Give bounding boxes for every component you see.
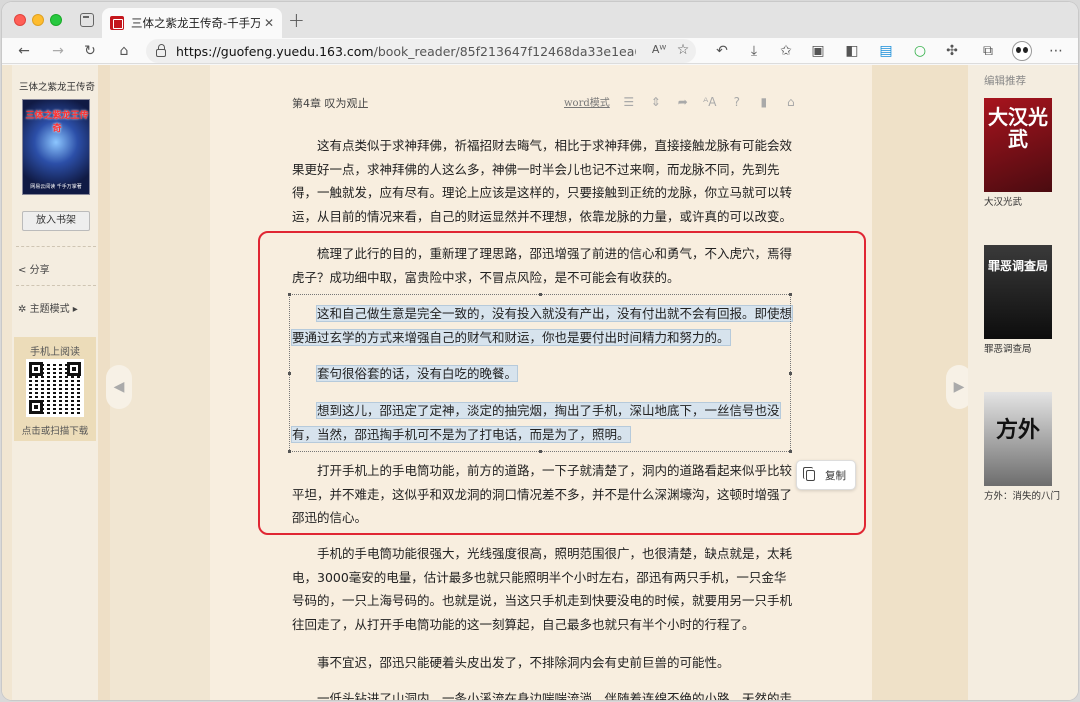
download-icon[interactable]: ⤓ [744, 41, 764, 61]
scroll-mode-icon[interactable]: ⇕ [649, 95, 663, 109]
paragraph: 事不宜迟，邵迅只能硬着头皮出发了，不排除洞内会有史前巨兽的可能性。 [317, 655, 730, 670]
tab-close-icon[interactable]: ✕ [264, 16, 274, 30]
add-to-shelf-button[interactable]: 放入书架 [22, 211, 90, 231]
paragraph: 手机的手电筒功能很强大，光线强度很高，照明范围很广，也很清楚，缺点就是，太耗电，… [292, 546, 793, 632]
recommend-book-name[interactable]: 罪恶调查局 [984, 343, 1066, 356]
book-cover-recommend[interactable]: 罪恶调查局 [984, 245, 1052, 339]
share-arrow-icon[interactable]: ➦ [676, 95, 690, 109]
tab-actions-icon[interactable] [80, 13, 94, 27]
prev-page-button[interactable]: ◀ [106, 365, 132, 409]
book-cover-recommend[interactable]: 方外 [984, 392, 1052, 486]
qr-corner [29, 400, 43, 414]
maximize-window-button[interactable] [50, 14, 62, 26]
address-bar[interactable]: https://guofeng.yuedu.163.com/book_reade… [146, 39, 696, 63]
favorites-icon[interactable]: ✩ [776, 41, 796, 61]
divider [16, 246, 96, 247]
profile-avatar-icon[interactable] [1012, 41, 1032, 61]
book-cover[interactable]: 三体之紫龙王传奇 网易云阅读 千手万掌著 [22, 99, 90, 195]
theme-mode-button[interactable]: ✲ 主题模式 ▸ [18, 300, 78, 315]
url-domain: https://guofeng.yuedu.163.com [176, 43, 374, 59]
collections-icon[interactable]: ▣ [808, 41, 828, 61]
url-path: /book_reader/85f213647f12468da33e1ea6ce1… [373, 43, 636, 59]
bookmark-icon[interactable]: ▮ [757, 95, 771, 109]
recommend-book-name[interactable]: 大汉光武 [984, 196, 1066, 209]
home-icon[interactable]: ⌂ [784, 95, 798, 109]
paragraph: 一低头钻进了山洞内，一条小溪流在身边喘喘流淌，伴随着连绵不绝的小路，天然的走洞 [317, 691, 793, 700]
help-icon[interactable]: ? [730, 95, 744, 109]
new-tab-button[interactable]: + [288, 8, 305, 32]
mobile-download-box[interactable]: 手机上阅读 点击或扫描下载 [14, 337, 96, 441]
divider [16, 285, 96, 286]
annotation-frame [258, 231, 866, 535]
cover-footer: 网易云阅读 千手万掌著 [30, 184, 82, 190]
recommend-title: 编辑推荐 [984, 75, 1026, 87]
extensions-puzzle-icon[interactable]: ✣ [942, 41, 962, 61]
cover-text: 罪恶调查局 [987, 259, 1048, 273]
browser-window: 三体之紫龙王传奇-千手万掌- ✕ + ← → ↻ ⌂ https://guofe… [2, 2, 1078, 700]
mobile-caption: 点击或扫描下载 [21, 426, 89, 437]
reader-toolbar: word模式 ☰ ⇕ ➦ ᴬA ? ▮ ⌂ [564, 94, 811, 110]
left-sidebar: 三体之紫龙王传奇 三体之紫龙王传奇 网易云阅读 千手万掌著 放入书架 < 分享 … [12, 65, 98, 700]
qr-code[interactable] [26, 359, 84, 417]
lock-icon[interactable] [156, 44, 166, 57]
site-favicon-icon [110, 16, 124, 30]
url-text[interactable]: https://guofeng.yuedu.163.com/book_reade… [176, 44, 636, 59]
home-icon[interactable]: ⌂ [114, 41, 134, 61]
gear-icon: ✲ [18, 304, 27, 315]
share-label: 分享 [29, 265, 50, 276]
refresh-icon[interactable]: ↻ [80, 41, 100, 61]
catalog-icon[interactable]: ☰ [622, 95, 636, 109]
back-arrow-icon[interactable]: ← [14, 41, 34, 61]
cover-text: 方外 [995, 418, 1040, 443]
qr-corner [67, 362, 81, 376]
forward-arrow-icon[interactable]: → [48, 41, 68, 61]
tab-title: 三体之紫龙王传奇-千手万掌- [131, 16, 260, 30]
favorite-add-icon[interactable]: ☆ [673, 40, 693, 60]
more-menu-icon[interactable]: ⋯ [1046, 41, 1066, 61]
share-icon: < [18, 265, 27, 276]
read-aloud-icon[interactable]: Aᵂ [649, 40, 669, 60]
qr-pattern [29, 362, 81, 414]
tab-active[interactable]: 三体之紫龙王传奇-千手万掌- ✕ [102, 8, 282, 38]
recommend-book-name[interactable]: 方外：消失的八门 [984, 490, 1066, 503]
book-title[interactable]: 三体之紫龙王传奇 [18, 79, 96, 93]
qr-corner [29, 362, 43, 376]
word-mode-link[interactable]: word模式 [564, 94, 610, 109]
book-cover-recommend[interactable]: 大汉光武 [984, 98, 1052, 192]
paragraph: 这有点类似于求神拜佛，祈福招财去晦气，相比于求神拜佛，直接接触龙脉有可能会效果更… [292, 138, 793, 224]
reader-extension-icon[interactable]: ◧ [842, 41, 862, 61]
caret-right-icon: ▸ [72, 304, 78, 315]
theme-label: 主题模式 [29, 304, 70, 315]
page-content: 三体之紫龙王传奇 三体之紫龙王传奇 网易云阅读 千手万掌著 放入书架 < 分享 … [2, 65, 1078, 700]
browser-toolbar: ← → ↻ ⌂ https://guofeng.yuedu.163.com/bo… [2, 38, 1078, 64]
share-button[interactable]: < 分享 [18, 261, 50, 276]
green-extension-icon[interactable]: ○ [910, 41, 930, 61]
tab-strip: 三体之紫龙王传奇-千手万掌- ✕ + [2, 2, 1078, 38]
chapter-title: 第4章 叹为观止 [292, 97, 369, 110]
cover-text: 大汉光武 [988, 105, 1048, 151]
reader-area: 第4章 叹为观止 word模式 ☰ ⇕ ➦ ᴬA ? ▮ ⌂ 这有点类似于求神拜… [210, 65, 872, 700]
extension-undo-icon[interactable]: ↶ [712, 41, 732, 61]
right-sidebar: 编辑推荐 大汉光武 大汉光武 罪恶调查局 罪恶调查局 方外 方外：消失的八门 [968, 65, 1078, 700]
mobile-title: 手机上阅读 [30, 347, 80, 358]
minimize-window-button[interactable] [32, 14, 44, 26]
split-screen-icon[interactable]: ⧉ [978, 41, 998, 61]
save-extension-icon[interactable]: ▤ [876, 41, 896, 61]
cover-title: 三体之紫龙王传奇 [25, 111, 89, 134]
close-window-button[interactable] [14, 14, 26, 26]
font-size-icon[interactable]: ᴬA [703, 95, 717, 109]
